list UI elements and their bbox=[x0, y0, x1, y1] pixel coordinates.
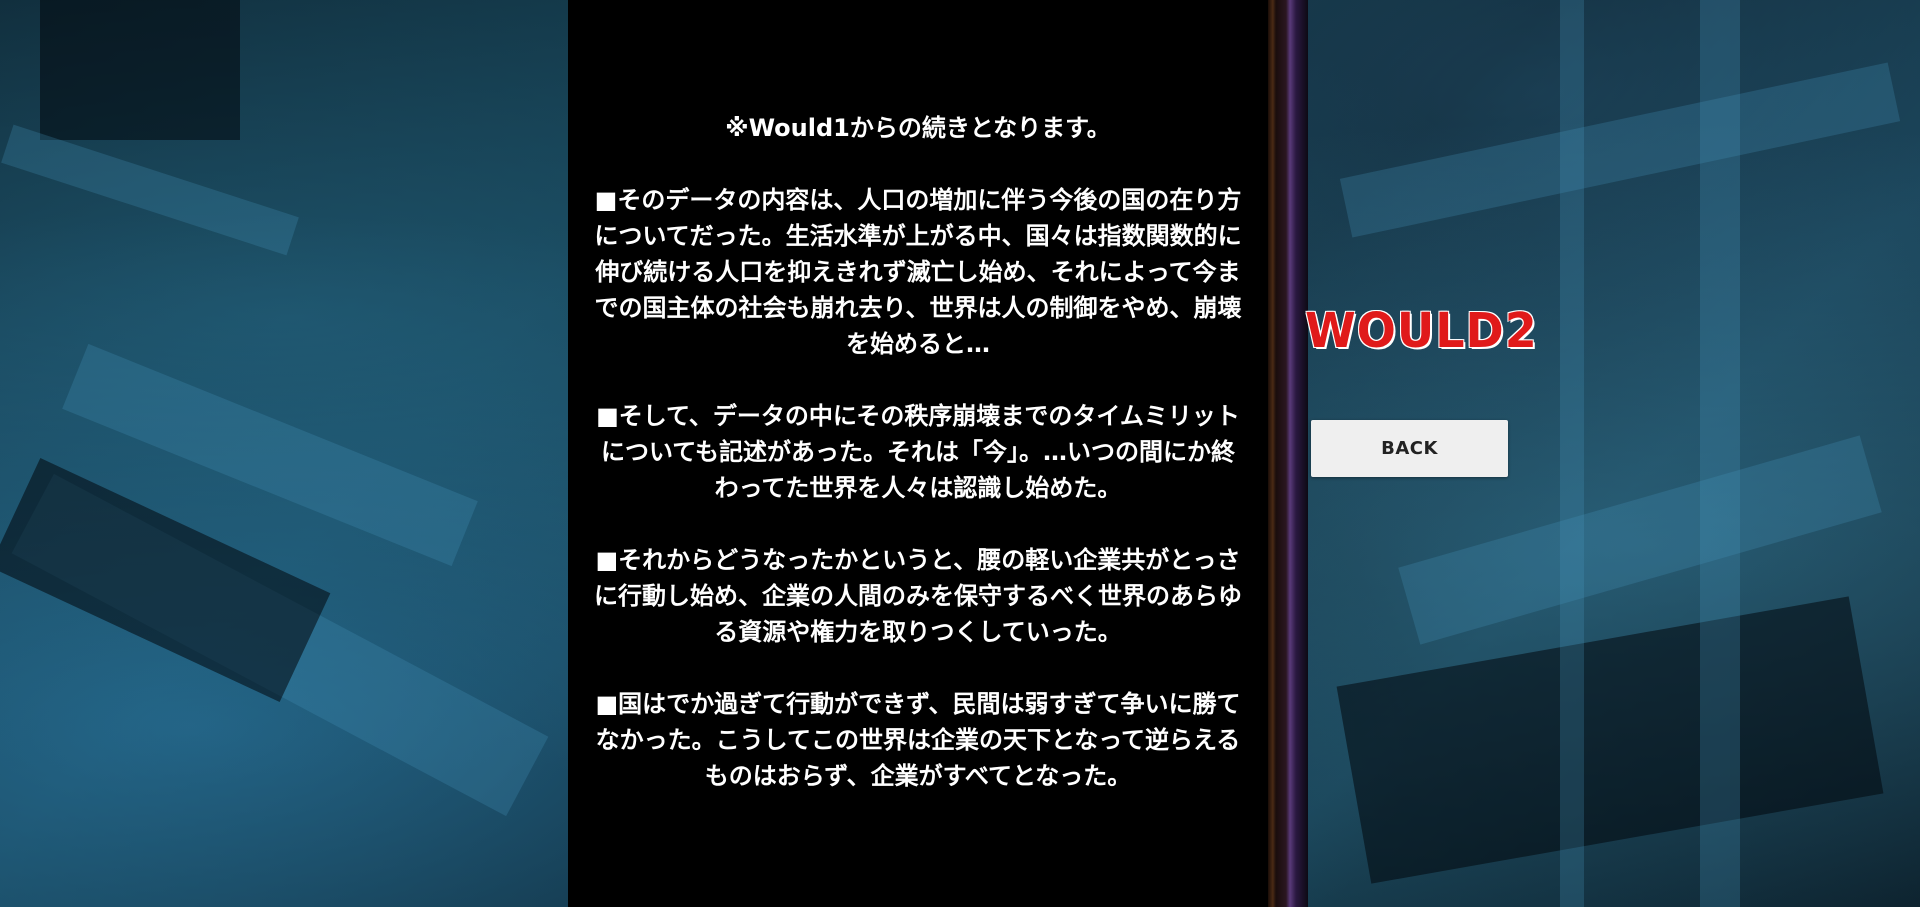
back-button[interactable]: BACK bbox=[1311, 420, 1508, 477]
story-text: ※Would1からの続きとなります。 ■そのデータの内容は、人口の増加に伴う今後… bbox=[592, 110, 1244, 830]
page-title-logo: WOULD2 bbox=[1305, 301, 1538, 359]
story-paragraph: ■それからどうなったかというと、腰の軽い企業共がとっさに行動し始め、企業の人間の… bbox=[594, 546, 1242, 646]
story-paragraph: ■そのデータの内容は、人口の増加に伴う今後の国の在り方についてだった。生活水準が… bbox=[594, 186, 1242, 358]
film-strip-divider bbox=[1268, 0, 1308, 907]
story-paragraph-intro: ※Would1からの続きとなります。 bbox=[725, 114, 1111, 142]
story-paragraph: ■国はでか過ぎて行動ができず、民間は弱すぎて争いに勝てなかった。こうしてこの世界… bbox=[595, 690, 1241, 790]
story-paragraph: ■そして、データの中にその秩序崩壊までのタイムミリットについても記述があった。そ… bbox=[596, 402, 1240, 502]
